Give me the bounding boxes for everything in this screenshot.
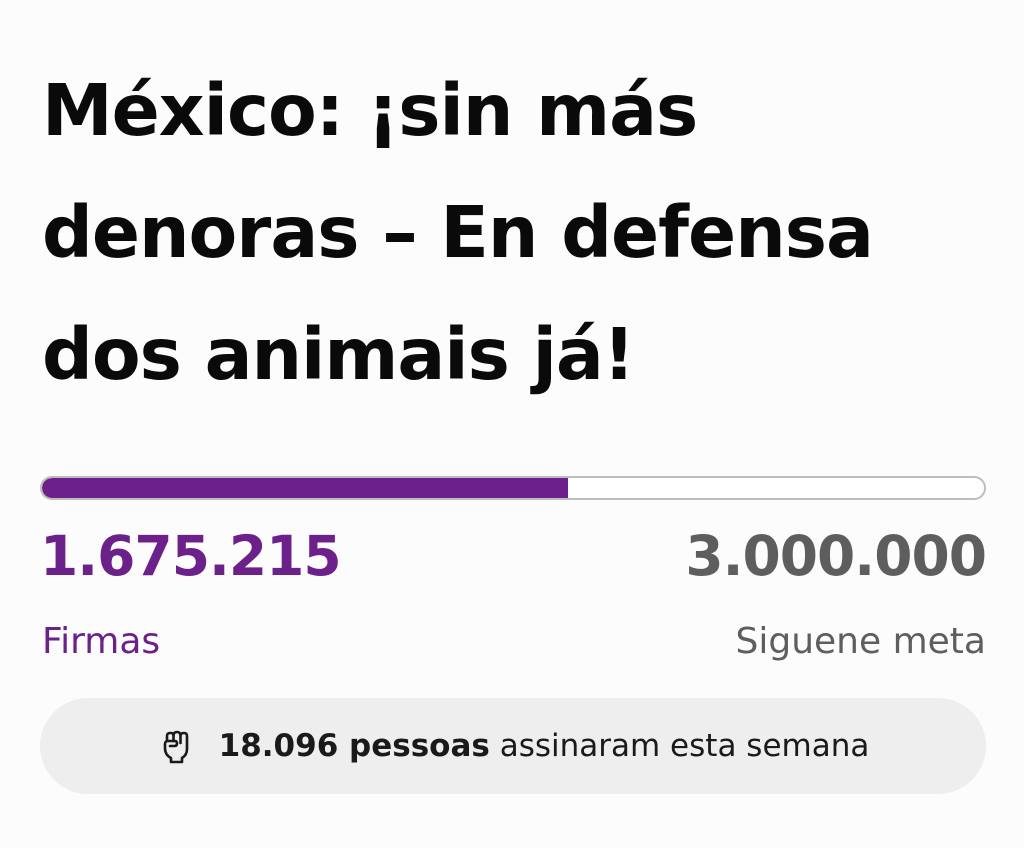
petition-title: México: ¡sin más denoras – En defensa do… <box>42 69 874 396</box>
signature-progress-fill <box>42 478 568 498</box>
signature-count: 1.675.215 <box>40 524 342 588</box>
weekly-signers-rest: assinaram esta semana <box>489 728 870 764</box>
goal-label: Siguene meta <box>735 621 986 662</box>
weekly-signers-text: 18.096 pessoas assinaram esta semana <box>219 728 870 764</box>
signature-progress-bar <box>40 476 986 500</box>
weekly-signers-count: 18.096 pessoas <box>218 728 490 764</box>
raised-fist-icon <box>157 726 197 766</box>
weekly-signers-banner: 18.096 pessoas assinaram esta semana <box>40 698 986 794</box>
signatures-label: Firmas <box>42 621 161 662</box>
goal-count: 3.000.000 <box>685 524 987 588</box>
petition-card: México: ¡sin más denoras – En defensa do… <box>0 0 1024 848</box>
